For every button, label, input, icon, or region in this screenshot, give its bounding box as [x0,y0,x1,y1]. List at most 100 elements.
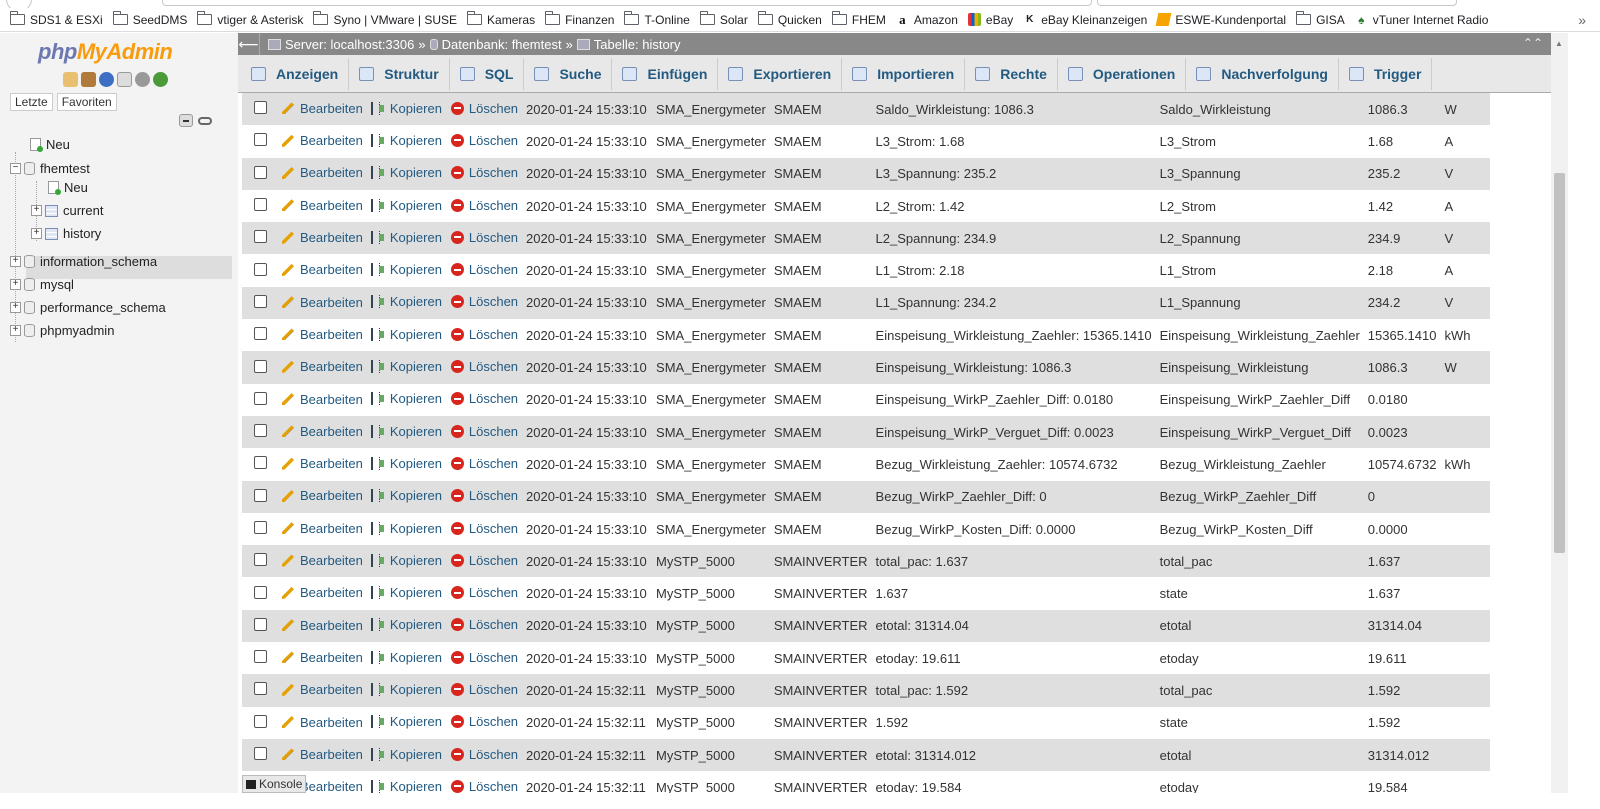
row-checkbox[interactable] [253,424,267,438]
edit-link[interactable]: Bearbeiten [282,165,363,180]
tree-db-information-schema[interactable]: + information_schema [10,254,157,269]
expand-icon[interactable]: + [10,302,21,313]
vertical-scrollbar[interactable]: ▲ [1551,33,1568,809]
bookmark-item[interactable]: KeBay Kleinanzeigen [1023,13,1147,27]
delete-link[interactable]: Löschen [450,198,518,213]
bookmarks-overflow-icon[interactable]: » [1578,12,1586,28]
tree-db-fhemtest[interactable]: − fhemtest [10,161,90,176]
delete-link[interactable]: Löschen [450,165,518,180]
edit-link[interactable]: Bearbeiten [282,553,363,568]
delete-link[interactable]: Löschen [450,617,518,632]
scroll-up-arrow[interactable]: ▲ [1555,39,1563,48]
delete-link[interactable]: Löschen [450,747,518,762]
edit-link[interactable]: Bearbeiten [282,392,363,407]
scroll-thumb[interactable] [1554,173,1565,553]
tab-einfgen[interactable]: Einfügen [612,57,719,90]
edit-link[interactable]: Bearbeiten [282,230,363,245]
tab-operationen[interactable]: Operationen [1058,57,1187,90]
help-icon[interactable] [99,72,114,87]
tab-nachverfolgung[interactable]: Nachverfolgung [1186,57,1339,90]
bookmark-item[interactable]: Quicken [757,11,822,27]
tab-struktur[interactable]: Struktur [349,57,450,90]
logout-icon[interactable] [81,72,96,87]
row-checkbox[interactable] [253,262,267,276]
phpmyadmin-logo[interactable]: phpMyAdmin [38,39,173,65]
expand-icon[interactable]: + [10,279,21,290]
row-checkbox[interactable] [253,747,267,761]
delete-link[interactable]: Löschen [450,391,518,406]
tree-db-phpmyadmin[interactable]: + phpmyadmin [10,323,114,338]
row-checkbox[interactable] [253,682,267,696]
delete-link[interactable]: Löschen [450,585,518,600]
tab-favorites[interactable]: Favoriten [56,93,117,111]
delete-link[interactable]: Löschen [450,133,518,148]
search-bar[interactable] [1097,0,1457,6]
copy-link[interactable]: Kopieren [370,747,442,762]
row-checkbox[interactable] [253,391,267,405]
copy-link[interactable]: Kopieren [370,230,442,245]
copy-link[interactable]: Kopieren [370,327,442,342]
copy-link[interactable]: Kopieren [370,456,442,471]
copy-link[interactable]: Kopieren [370,488,442,503]
row-checkbox[interactable] [253,198,267,212]
expand-icon[interactable]: + [10,325,21,336]
delete-link[interactable]: Löschen [450,359,518,374]
reload-icon[interactable] [153,72,168,87]
bookmark-item[interactable]: Kameras [467,11,535,27]
collapse-icon[interactable]: − [10,163,21,174]
copy-link[interactable]: Kopieren [370,779,442,794]
collapse-header-icon[interactable]: ⌃⌃ [1523,36,1543,50]
expand-icon[interactable]: + [10,256,21,267]
collapse-all-icon[interactable] [179,114,193,127]
bookmark-item[interactable]: SeedDMS [112,11,187,27]
edit-link[interactable]: Bearbeiten [282,747,363,762]
back-arrow-icon[interactable]: ⟵ [238,33,260,55]
settings-gear-icon[interactable] [135,72,150,87]
bookmark-item[interactable]: SDS1 & ESXi [10,11,103,27]
tree-new-database[interactable]: Neu [30,137,70,152]
row-checkbox[interactable] [253,359,267,373]
tree-table-current[interactable]: + current [31,203,103,218]
delete-link[interactable]: Löschen [450,424,518,439]
row-checkbox[interactable] [253,617,267,631]
tab-rechte[interactable]: Rechte [965,57,1058,90]
copy-link[interactable]: Kopieren [370,262,442,277]
row-checkbox[interactable] [253,714,267,728]
delete-link[interactable]: Löschen [450,327,518,342]
console-toggle[interactable]: Konsole [242,775,306,793]
copy-link[interactable]: Kopieren [370,198,442,213]
breadcrumb-table[interactable]: Tabelle: history [594,37,681,52]
copy-link[interactable]: Kopieren [370,682,442,697]
edit-link[interactable]: Bearbeiten [282,650,363,665]
edit-link[interactable]: Bearbeiten [282,198,363,213]
delete-link[interactable]: Löschen [450,714,518,729]
row-checkbox[interactable] [253,294,267,308]
row-checkbox[interactable] [253,133,267,147]
copy-link[interactable]: Kopieren [370,359,442,374]
bookmark-item[interactable]: T-Online [624,11,690,27]
address-bar[interactable] [162,0,1092,6]
delete-link[interactable]: Löschen [450,456,518,471]
breadcrumb-server[interactable]: Server: localhost:3306 [285,37,414,52]
delete-link[interactable]: Löschen [450,230,518,245]
delete-link[interactable]: Löschen [450,650,518,665]
edit-link[interactable]: Bearbeiten [282,715,363,730]
copy-link[interactable]: Kopieren [370,294,442,309]
edit-link[interactable]: Bearbeiten [282,424,363,439]
copy-link[interactable]: Kopieren [370,424,442,439]
tab-trigger[interactable]: Trigger [1339,57,1433,90]
row-checkbox[interactable] [253,488,267,502]
bookmark-item[interactable]: FHEM [831,11,886,27]
copy-link[interactable]: Kopieren [370,391,442,406]
bookmark-item[interactable]: a Amazon [896,12,958,27]
delete-link[interactable]: Löschen [450,553,518,568]
copy-link[interactable]: Kopieren [370,585,442,600]
expand-icon[interactable]: + [31,205,42,216]
edit-link[interactable]: Bearbeiten [282,262,363,277]
tab-suche[interactable]: Suche [524,57,613,90]
row-checkbox[interactable] [253,101,267,115]
edit-link[interactable]: Bearbeiten [282,295,363,310]
bookmark-item[interactable]: eBay [967,13,1013,27]
bookmark-item[interactable]: Syno | VMware | SUSE [313,11,457,27]
docs-icon[interactable] [117,72,132,87]
